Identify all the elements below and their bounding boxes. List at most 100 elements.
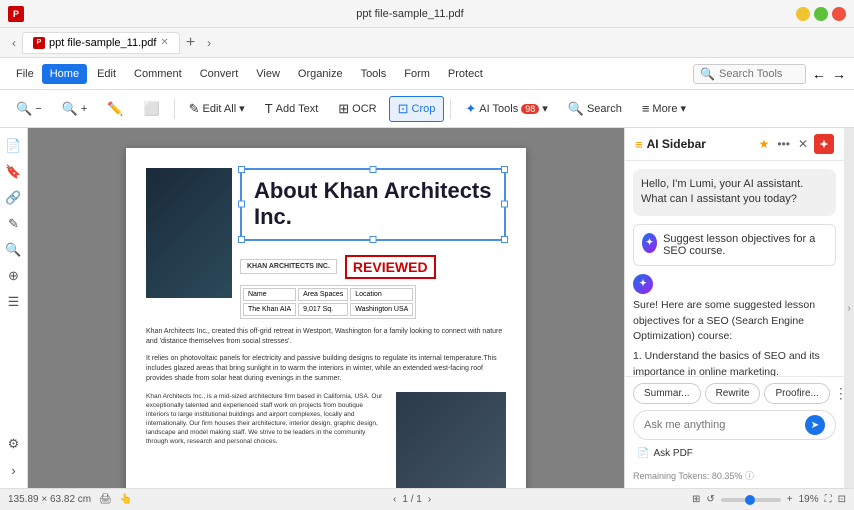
zoom-slider[interactable]	[721, 498, 781, 502]
building-image-right	[396, 392, 506, 488]
ai-badge: 98	[521, 104, 539, 114]
ai-active-indicator[interactable]: ✦	[814, 134, 834, 154]
page-indicator: 1 / 1	[402, 494, 421, 505]
menu-form[interactable]: Form	[396, 64, 438, 84]
ai-send-button[interactable]: ➤	[805, 415, 825, 435]
rotate-icon[interactable]: ↺	[706, 494, 714, 505]
sidebar-search-icon[interactable]: 🔍	[2, 238, 26, 262]
ocr-button[interactable]: ⊞ OCR	[330, 97, 384, 121]
fullscreen-icon[interactable]: ⛶	[825, 494, 832, 505]
ai-sidebar: ≡ AI Sidebar ★ ••• ✕ ✦ Hello, I'm Lumi, …	[624, 128, 844, 488]
search-icon-toolbar: 🔍	[568, 101, 584, 117]
pdf-info-table: Name Area Spaces Location The Khan AIA 9…	[240, 285, 416, 319]
sidebar-more-icon[interactable]: ☰	[2, 290, 26, 314]
toolbar: 🔍 − 🔍 + ✏️ ⬜ ✎ Edit All ▾ T Add Text ⊞ O…	[0, 90, 854, 128]
tab-close[interactable]: ✕	[160, 37, 168, 48]
active-tab[interactable]: P ppt file-sample_11.pdf ✕	[22, 32, 180, 54]
pdf-title-box[interactable]: About Khan Architects Inc.	[240, 168, 506, 241]
crop-button[interactable]: ⊡ Crop	[389, 96, 445, 122]
search-tools-input[interactable]	[719, 68, 799, 80]
select-button[interactable]: ⬜	[135, 97, 167, 121]
edit-all-button[interactable]: ✎ Edit All ▾	[181, 97, 253, 121]
handle-ml[interactable]	[238, 201, 245, 208]
crop-label: Crop	[412, 103, 436, 115]
handle-bl[interactable]	[238, 236, 245, 243]
handle-tm[interactable]	[369, 166, 376, 173]
ai-rewrite-button[interactable]: Rewrite	[705, 383, 761, 404]
tab-next[interactable]: ›	[201, 34, 217, 52]
pdf-page: About Khan Architects Inc. KHAN ARCHITEC…	[126, 148, 526, 488]
maximize-pdf-icon[interactable]: ⊡	[838, 494, 846, 505]
handle-mr[interactable]	[501, 201, 508, 208]
sidebar-bookmarks-icon[interactable]: 🔖	[2, 160, 26, 184]
pdf-top-row: About Khan Architects Inc. KHAN ARCHITEC…	[146, 168, 506, 384]
zoom-out-button[interactable]: 🔍 −	[8, 97, 50, 121]
ai-tools-button[interactable]: ✦ AI Tools 98 ▾	[457, 97, 555, 121]
pdf-body-text-2: It relies on photovoltaic panels for ele…	[146, 354, 506, 383]
add-text-button[interactable]: T Add Text	[257, 97, 327, 120]
ai-input[interactable]	[644, 419, 801, 431]
table-data-area: 9,017 Sq.	[298, 303, 348, 316]
handle-tr[interactable]	[501, 166, 508, 173]
menu-file[interactable]: File	[8, 64, 42, 84]
ai-input-row: ➤	[633, 410, 836, 440]
menu-bar: File Home Edit Comment Convert View Orga…	[0, 58, 854, 90]
ai-proofread-button[interactable]: Proofire...	[764, 383, 829, 404]
sidebar-layers-icon[interactable]: ⊕	[2, 264, 26, 288]
maximize-button[interactable]	[814, 7, 828, 21]
zoom-thumb[interactable]	[745, 495, 755, 505]
menu-organize[interactable]: Organize	[290, 64, 351, 84]
window-controls[interactable]	[796, 7, 846, 21]
menu-comment[interactable]: Comment	[126, 64, 190, 84]
more-button[interactable]: ≡ More ▾	[634, 97, 694, 120]
menu-convert[interactable]: Convert	[192, 64, 247, 84]
nav-forward-button[interactable]: →	[832, 66, 846, 82]
zoom-in-icon: 🔍	[62, 101, 78, 117]
zoom-add-icon[interactable]: +	[787, 494, 793, 505]
zoom-in-button[interactable]: 🔍 +	[54, 97, 96, 121]
page-prev-icon[interactable]: ‹	[393, 494, 396, 505]
title-bar: P ppt file-sample_11.pdf	[0, 0, 854, 28]
menu-edit[interactable]: Edit	[89, 64, 124, 84]
menu-view[interactable]: View	[248, 64, 288, 84]
app-icon: P	[8, 6, 24, 22]
page-next-icon[interactable]: ›	[428, 494, 431, 505]
fit-icon[interactable]: ⊞	[692, 494, 700, 505]
table-data-location: Washington USA	[350, 303, 413, 316]
ai-suggestion-box[interactable]: ✦ Suggest lesson objectives for a SEO co…	[633, 224, 836, 266]
building-image-left	[146, 168, 232, 298]
table-header-location: Location	[350, 288, 413, 301]
sidebar-annotations-icon[interactable]: ✎	[2, 212, 26, 236]
search-tools[interactable]: 🔍	[693, 64, 806, 84]
minimize-button[interactable]	[796, 7, 810, 21]
ai-ask-pdf-button[interactable]: Ask PDF	[653, 448, 692, 459]
handle-bm[interactable]	[369, 236, 376, 243]
menu-protect[interactable]: Protect	[440, 64, 491, 84]
ai-suggestion-text: Suggest lesson objectives for a SEO cour…	[663, 233, 827, 257]
window-title: ppt file-sample_11.pdf	[30, 8, 790, 20]
nav-back-button[interactable]: ←	[812, 66, 826, 82]
ai-summarize-button[interactable]: Summar...	[633, 383, 701, 404]
toolbar-separator-1	[174, 99, 175, 119]
right-expand-handle[interactable]: ›	[844, 128, 854, 488]
search-button[interactable]: 🔍 Search	[560, 97, 630, 121]
new-tab-button[interactable]: +	[180, 34, 201, 52]
ai-dots-button[interactable]: •••	[775, 135, 792, 153]
handle-br[interactable]	[501, 236, 508, 243]
handle-tl[interactable]	[238, 166, 245, 173]
close-button[interactable]	[832, 7, 846, 21]
sidebar-bottom-icon[interactable]: ›	[2, 458, 26, 482]
sidebar-settings-icon[interactable]: ⚙	[2, 432, 26, 456]
draw-button[interactable]: ✏️	[99, 97, 131, 121]
print-icon[interactable]: 🖨	[99, 494, 112, 505]
sidebar-links-icon[interactable]: 🔗	[2, 186, 26, 210]
tab-prev[interactable]: ‹	[6, 34, 22, 52]
ai-close-button[interactable]: ✕	[796, 135, 810, 153]
ai-response-item-1: 1. Understand the basics of SEO and its …	[633, 349, 836, 376]
menu-tools[interactable]: Tools	[353, 64, 395, 84]
menu-home[interactable]: Home	[42, 64, 87, 84]
ai-star-button[interactable]: ★	[757, 135, 772, 153]
pdf-viewer[interactable]: About Khan Architects Inc. KHAN ARCHITEC…	[28, 128, 624, 488]
sidebar-pages-icon[interactable]: 📄	[2, 134, 26, 158]
cursor-icon[interactable]: 👆	[120, 494, 132, 505]
